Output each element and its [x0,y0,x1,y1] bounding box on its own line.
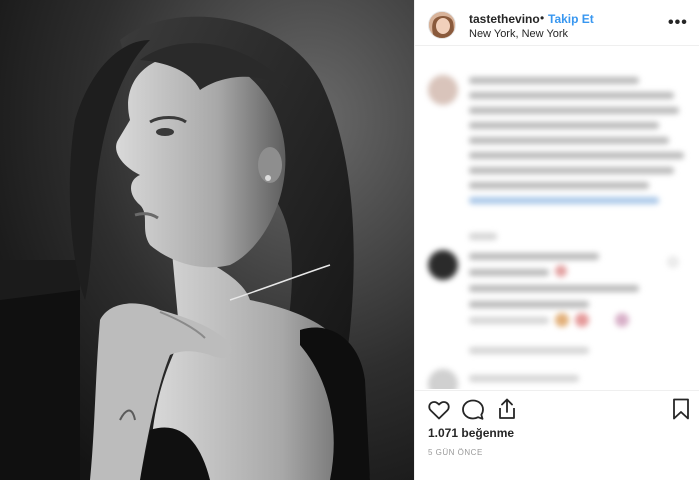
comments-section [415,47,699,389]
comment-line [469,253,599,260]
comment-line [469,137,669,144]
comment-line [469,122,659,129]
comment-icon[interactable] [461,398,485,422]
comment-hashtags [469,197,659,204]
more-options-icon[interactable]: ••• [668,14,688,32]
post-photo[interactable] [0,0,414,480]
comment-line [469,152,684,159]
comment-meta [469,347,589,354]
comment-line [469,269,549,276]
separator-dot: • [540,11,545,25]
post-timestamp[interactable]: 5 GÜN ÖNCE [428,448,483,457]
comment-line [469,77,639,84]
comment-line [469,182,649,189]
location-link[interactable]: New York, New York [469,28,568,40]
emoji-icon [555,265,567,277]
commenter-avatar-icon [428,75,458,105]
bookmark-icon[interactable] [669,397,693,421]
comment-line [469,107,679,114]
instagram-post: tastethevino • Takip Et New York, New Yo… [0,0,699,480]
commenter-avatar-icon [428,369,458,389]
share-icon[interactable] [495,397,519,421]
emoji-icon [555,313,569,327]
comment-meta [469,233,497,240]
username-link[interactable]: tastethevino [469,12,540,26]
portrait-image [0,0,414,480]
profile-avatar-icon [429,12,455,38]
emoji-icon [575,313,589,327]
avatar[interactable] [428,11,456,39]
emoji-icon [615,313,629,327]
post-header: tastethevino • Takip Et New York, New Yo… [415,0,699,46]
commenter-avatar-icon [428,250,458,280]
comment-line [469,317,549,324]
heart-icon[interactable] [427,398,451,422]
likes-count[interactable]: 1.071 beğenme [428,426,514,440]
comment-line [469,285,639,292]
post-sidebar: tastethevino • Takip Et New York, New Yo… [414,0,699,480]
comment-like-icon [668,257,678,267]
comment-line [469,375,579,382]
follow-button[interactable]: Takip Et [548,12,594,26]
post-actions: 1.071 beğenme 5 GÜN ÖNCE [415,390,699,480]
comment-line [469,167,674,174]
comment-line [469,301,589,308]
comment-line [469,92,674,99]
